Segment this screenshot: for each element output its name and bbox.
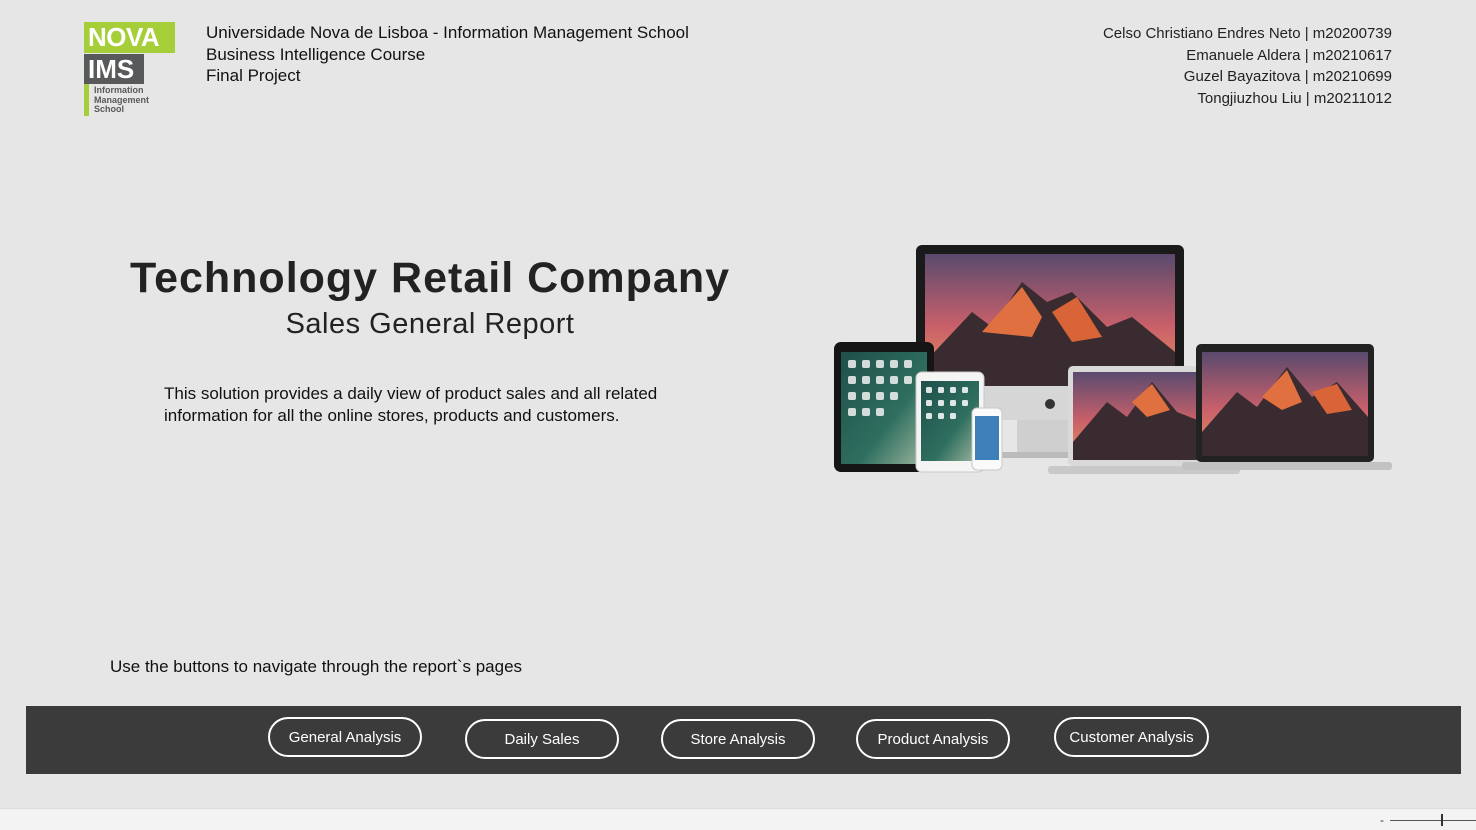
report-title: Technology Retail Company: [130, 254, 730, 302]
zoom-slider-thumb[interactable]: [1441, 814, 1443, 826]
macbook-pro: [1182, 344, 1392, 470]
logo-nova-text: NOVA: [84, 22, 175, 53]
description-line-2: information for all the online stores, p…: [164, 406, 620, 425]
logo-ims-text: IMS: [84, 54, 144, 84]
daily-sales-button[interactable]: Daily Sales: [465, 719, 619, 759]
report-description: This solution provides a daily view of p…: [164, 383, 704, 427]
author-3: Guzel Bayazitova | m20210699: [1183, 68, 1392, 85]
course-name: Business Intelligence Course: [206, 44, 426, 64]
apple-devices-image: [834, 245, 1392, 474]
product-analysis-button[interactable]: Product Analysis: [856, 719, 1010, 759]
course-info: Universidade Nova de Lisboa - Informatio…: [206, 22, 689, 87]
author-4: Tongjiuzhou Liu | m20211012: [1197, 89, 1392, 107]
zoom-out-button[interactable]: -: [1380, 814, 1384, 826]
navigation-bar: General Analysis Daily Sales Store Analy…: [26, 706, 1461, 774]
report-subtitle: Sales General Report: [285, 308, 575, 340]
logo-sub-line-3: School: [94, 104, 125, 114]
iphone: [971, 407, 1003, 471]
description-line-1: This solution provides a daily view of p…: [164, 384, 658, 403]
logo-accent-bar: [84, 84, 89, 116]
project-name: Final Project: [206, 66, 301, 85]
university-name: Universidade Nova de Lisboa - Informatio…: [206, 23, 689, 42]
navigation-hint: Use the buttons to navigate through the …: [110, 657, 523, 676]
logo-subtitle: Information Management School: [94, 85, 149, 115]
status-bar: -: [0, 808, 1476, 830]
authors-list: Celso Christiano Endres Neto | m20200739…: [1103, 23, 1392, 109]
report-canvas: NOVA IMS Information Management School U…: [0, 0, 1476, 808]
customer-analysis-button[interactable]: Customer Analysis: [1054, 717, 1209, 757]
store-analysis-button[interactable]: Store Analysis: [661, 719, 815, 759]
author-1: Celso Christiano Endres Neto | m20200739: [1102, 25, 1392, 42]
general-analysis-button[interactable]: General Analysis: [268, 717, 422, 757]
nova-ims-logo: NOVA IMS Information Management School: [84, 22, 176, 116]
author-2: Emanuele Aldera | m20210617: [1186, 46, 1392, 64]
zoom-slider-track[interactable]: [1390, 820, 1476, 821]
